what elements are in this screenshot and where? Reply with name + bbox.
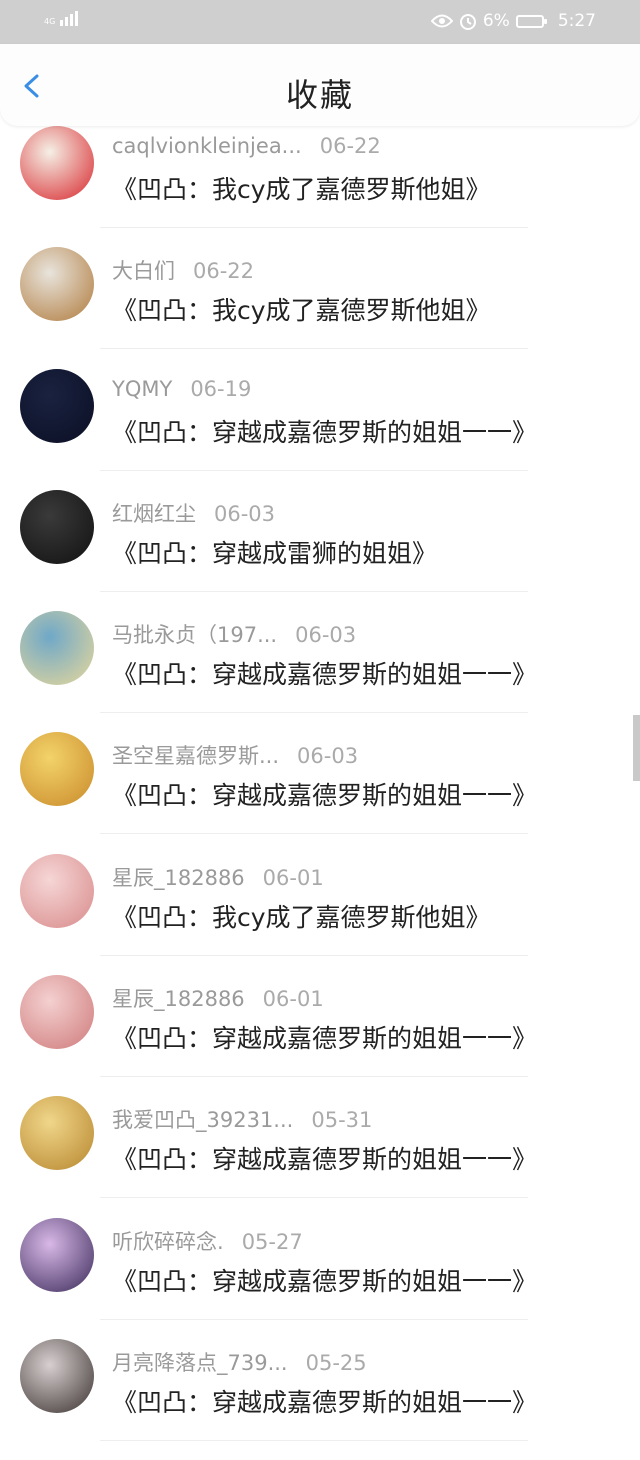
story-title[interactable]: 《凹凸：我cy成了嘉德罗斯他姐》	[112, 898, 491, 934]
divider	[100, 590, 528, 592]
item-meta: 听欣碎碎念. 05-27	[112, 1226, 303, 1256]
page-title: 收藏	[285, 76, 354, 114]
item-meta: caqlvionkleinjea... 06-22	[112, 134, 381, 158]
date-label: 06-03	[214, 501, 276, 526]
avatar[interactable]	[20, 126, 94, 200]
list-item[interactable]: 大白们 06-22 《凹凸：我cy成了嘉德罗斯他姐》	[0, 247, 640, 368]
status-bar: 4G 6% 5:27	[0, 0, 640, 44]
avatar[interactable]	[20, 368, 94, 443]
username[interactable]: YQMY	[112, 377, 172, 401]
item-meta: 月亮降落点_739... 05-25	[112, 1347, 367, 1377]
username[interactable]: 红烟红尘	[112, 498, 196, 528]
divider	[100, 833, 528, 835]
story-title[interactable]: 《凹凸：穿越成嘉德罗斯的姐姐一一》	[112, 1383, 537, 1419]
item-meta: YQMY 06-19	[112, 377, 251, 401]
list-item[interactable]: YQMY 06-19 《凹凸：穿越成嘉德罗斯的姐姐一一》	[0, 368, 640, 490]
date-label: 06-22	[319, 134, 381, 158]
username[interactable]: 马批永贞（197...	[112, 619, 277, 649]
username[interactable]: 星辰_182886	[112, 862, 245, 892]
divider	[100, 1197, 528, 1199]
username[interactable]: 月亮降落点_739...	[112, 1347, 288, 1377]
avatar[interactable]	[20, 489, 94, 564]
scrollbar-thumb[interactable]	[633, 715, 640, 781]
alarm-icon	[459, 14, 476, 30]
divider	[100, 954, 528, 956]
date-label: 05-25	[305, 1350, 367, 1375]
avatar[interactable]	[20, 1217, 94, 1292]
item-meta: 星辰_182886 06-01	[112, 983, 324, 1013]
date-label: 05-27	[241, 1229, 303, 1254]
avatar[interactable]	[20, 1096, 94, 1171]
avatar[interactable]	[20, 247, 94, 322]
item-meta: 马批永贞（197... 06-03	[112, 619, 356, 649]
story-title[interactable]: 《凹凸：我cy成了嘉德罗斯他姐》	[112, 170, 491, 206]
item-meta: 红烟红尘 06-03	[112, 498, 275, 528]
divider	[100, 712, 528, 714]
item-meta: 星辰_182886 06-01	[112, 862, 324, 892]
list-item[interactable]: 红烟红尘 06-03 《凹凸：穿越成雷狮的姐姐》	[0, 489, 640, 611]
story-title[interactable]: 《凹凸：穿越成嘉德罗斯的姐姐一一》	[112, 413, 537, 449]
header: 收藏	[0, 44, 640, 126]
date-label: 06-19	[190, 376, 252, 401]
date-label: 06-03	[295, 623, 357, 648]
username[interactable]: 星辰_182886	[112, 983, 245, 1013]
avatar[interactable]	[20, 853, 94, 928]
divider	[100, 227, 528, 228]
list-item[interactable]: 我爱凹凸_39231... 05-31 《凹凸：穿越成嘉德罗斯的姐姐一一》	[0, 1096, 640, 1217]
story-title[interactable]: 《凹凸：穿越成嘉德罗斯的姐姐一一》	[112, 1140, 537, 1176]
avatar[interactable]	[20, 1338, 94, 1413]
signal-icon: 4G	[44, 11, 79, 26]
avatar[interactable]	[20, 732, 94, 807]
story-title[interactable]: 《凹凸：穿越成嘉德罗斯的姐姐一一》	[112, 1019, 537, 1055]
item-meta: 圣空星嘉德罗斯... 06-03	[112, 740, 358, 770]
username[interactable]: caqlvionkleinjea...	[112, 134, 302, 158]
avatar[interactable]	[20, 611, 94, 686]
item-meta: 大白们 06-22	[112, 255, 254, 285]
divider	[100, 348, 528, 350]
list-item[interactable]: 马批永贞（197... 06-03 《凹凸：穿越成嘉德罗斯的姐姐一一》	[0, 611, 640, 732]
divider	[100, 469, 528, 471]
divider	[100, 1076, 528, 1078]
status-right: 6% 5:27	[430, 10, 596, 32]
username[interactable]: 大白们	[112, 255, 175, 285]
item-meta: 我爱凹凸_39231... 05-31	[112, 1104, 372, 1134]
username[interactable]: 听欣碎碎念.	[112, 1226, 224, 1256]
date-label: 05-31	[311, 1108, 373, 1133]
list-item[interactable]: 圣空星嘉德罗斯... 06-03 《凹凸：穿越成嘉德罗斯的姐姐一一》	[0, 732, 640, 853]
battery-icon	[515, 14, 547, 28]
story-title[interactable]: 《凹凸：我cy成了嘉德罗斯他姐》	[112, 291, 491, 327]
battery-percent: 6%	[482, 11, 510, 31]
date-label: 06-01	[262, 987, 324, 1012]
list-item[interactable]: caqlvionkleinjea... 06-22 《凹凸：我cy成了嘉德罗斯他姐》	[0, 126, 640, 247]
story-title[interactable]: 《凹凸：穿越成嘉德罗斯的姐姐一一》	[112, 655, 537, 691]
eye-icon	[430, 14, 453, 28]
date-label: 06-01	[262, 865, 324, 890]
favorites-list: caqlvionkleinjea... 06-22 《凹凸：我cy成了嘉德罗斯他姐》…	[0, 126, 640, 1460]
divider	[100, 1439, 528, 1441]
list-item[interactable]: 月亮降落点_739... 05-25 《凹凸：穿越成嘉德罗斯的姐姐一一》	[0, 1338, 640, 1460]
avatar[interactable]	[20, 975, 94, 1050]
username[interactable]: 圣空星嘉德罗斯...	[112, 740, 279, 770]
date-label: 06-22	[193, 259, 255, 284]
story-title[interactable]: 《凹凸：穿越成嘉德罗斯的姐姐一一》	[112, 1262, 537, 1298]
list-item[interactable]: 听欣碎碎念. 05-27 《凹凸：穿越成嘉德罗斯的姐姐一一》	[0, 1217, 640, 1339]
story-title[interactable]: 《凹凸：穿越成嘉德罗斯的姐姐一一》	[112, 776, 537, 812]
clock: 5:27	[557, 11, 596, 31]
username[interactable]: 我爱凹凸_39231...	[112, 1104, 293, 1134]
divider	[100, 1318, 528, 1320]
list-item[interactable]: 星辰_182886 06-01 《凹凸：穿越成嘉德罗斯的姐姐一一》	[0, 975, 640, 1096]
story-title[interactable]: 《凹凸：穿越成雷狮的姐姐》	[112, 534, 437, 570]
date-label: 06-03	[297, 744, 359, 769]
list-item[interactable]: 星辰_182886 06-01 《凹凸：我cy成了嘉德罗斯他姐》	[0, 853, 640, 975]
network-type: 4G	[44, 17, 56, 26]
